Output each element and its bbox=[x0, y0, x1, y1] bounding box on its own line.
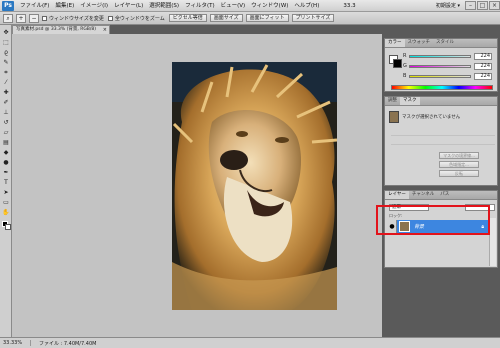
menu-help[interactable]: ヘルプ(H) bbox=[291, 0, 322, 12]
menu-bar: Ps ファイル(F) 編集(E) イメージ(I) レイヤー(L) 選択範囲(S)… bbox=[0, 0, 500, 12]
checkbox-box[interactable] bbox=[42, 15, 47, 21]
close-icon[interactable]: × bbox=[489, 1, 500, 10]
layers-scrollbar[interactable] bbox=[489, 218, 496, 266]
blue-slider-row: B 224 bbox=[403, 72, 495, 80]
status-bar: 33.33% ファイル : 7.40M/7.40M bbox=[0, 337, 500, 348]
file-info: ファイル : 7.40M/7.40M bbox=[39, 340, 97, 347]
clone-stamp-tool-icon[interactable]: ⊥ bbox=[2, 109, 10, 117]
tab-swatches[interactable]: スウォッチ bbox=[405, 39, 434, 47]
masks-panel-tabs: 調整 マスク bbox=[385, 97, 497, 106]
green-slider[interactable] bbox=[409, 64, 471, 68]
document-title: 写真素材.psd @ 33.3% (背景, RGB/8) bbox=[16, 27, 97, 32]
eyedropper-tool-icon[interactable]: ⁄ bbox=[2, 79, 10, 87]
crop-tool-icon[interactable]: ⌗ bbox=[2, 69, 10, 77]
pen-tool-icon[interactable]: ✒ bbox=[2, 169, 10, 177]
shape-tool-icon[interactable]: ▭ bbox=[2, 199, 10, 207]
lasso-tool-icon[interactable]: ϱ bbox=[2, 49, 10, 57]
lion-photo[interactable] bbox=[172, 62, 337, 310]
color-panel-tabs: カラー スウォッチ スタイル bbox=[385, 39, 497, 48]
tab-masks[interactable]: マスク bbox=[400, 97, 420, 105]
zoom-all-windows-checkbox[interactable]: 全ウィンドウをズーム bbox=[107, 15, 165, 22]
options-bar: ⌕ + − ウィンドウサイズを変更 全ウィンドウをズーム ピクセル等倍 画面サイ… bbox=[0, 12, 500, 25]
background-swatch[interactable] bbox=[393, 59, 402, 68]
menu-file[interactable]: ファイル(F) bbox=[17, 0, 52, 12]
red-value-input[interactable]: 224 bbox=[474, 52, 492, 60]
menu-image[interactable]: イメージ(I) bbox=[77, 0, 111, 12]
mask-status-label: マスクが選択されていません bbox=[402, 115, 461, 120]
tab-adjustments[interactable]: 調整 bbox=[385, 97, 400, 105]
checkbox-box[interactable] bbox=[107, 15, 113, 21]
marquee-tool-icon[interactable]: ⬚ bbox=[2, 39, 10, 47]
menu-filter[interactable]: フィルタ(T) bbox=[182, 0, 218, 12]
green-value-input[interactable]: 224 bbox=[474, 62, 492, 70]
actual-pixels-button[interactable]: ピクセル等倍 bbox=[168, 14, 207, 22]
canvas-area[interactable] bbox=[12, 34, 382, 337]
green-slider-row: G 224 bbox=[403, 62, 495, 70]
move-tool-icon[interactable]: ✥ bbox=[2, 29, 10, 37]
blue-value-input[interactable]: 224 bbox=[474, 72, 492, 80]
window-controls: 初期設定 ▾ – □ × bbox=[432, 0, 500, 12]
menu-layer[interactable]: レイヤー(L) bbox=[111, 0, 146, 12]
masks-panel: 調整 マスク マスクが選択されていません マスクの境界線... 色域指定... … bbox=[384, 96, 498, 186]
zoom-icon[interactable]: ⌕ bbox=[3, 13, 13, 23]
panels-dock: カラー スウォッチ スタイル R 224 G 224 B 224 調整 マスク … bbox=[382, 34, 500, 337]
history-brush-tool-icon[interactable]: ↺ bbox=[2, 119, 10, 127]
toolbox: ✥ ⬚ ϱ ✎ ⌗ ⁄ ✚ ✐ ⊥ ↺ ▱ ▤ ◆ ● ✒ T ➤ ▭ ✋ bbox=[0, 25, 12, 337]
mask-density-row bbox=[391, 129, 495, 136]
blur-tool-icon[interactable]: ◆ bbox=[2, 149, 10, 157]
brush-tool-icon[interactable]: ✐ bbox=[2, 99, 10, 107]
zoom-in-icon[interactable]: + bbox=[16, 13, 26, 23]
healing-brush-tool-icon[interactable]: ✚ bbox=[2, 89, 10, 97]
checkbox-label: ウィンドウサイズを変更 bbox=[49, 15, 104, 22]
tab-channels[interactable]: チャンネル bbox=[409, 191, 437, 199]
zoom-out-icon[interactable]: − bbox=[29, 13, 39, 23]
hand-tool-icon[interactable]: ✋ bbox=[2, 209, 10, 217]
mask-thumbnail bbox=[389, 111, 399, 123]
tab-color[interactable]: カラー bbox=[385, 39, 405, 47]
close-tab-icon[interactable]: × bbox=[103, 26, 107, 34]
resize-windows-checkbox[interactable]: ウィンドウサイズを変更 bbox=[42, 15, 104, 22]
print-size-button[interactable]: プリントサイズ bbox=[291, 14, 335, 22]
background-color-swatch[interactable] bbox=[5, 224, 11, 230]
photoshop-logo: Ps bbox=[2, 0, 14, 11]
red-slider-row: R 224 bbox=[403, 52, 495, 60]
minimize-icon[interactable]: – bbox=[465, 1, 476, 10]
eraser-tool-icon[interactable]: ▱ bbox=[2, 129, 10, 137]
checkbox-label: 全ウィンドウをズーム bbox=[114, 15, 165, 22]
tab-styles[interactable]: スタイル bbox=[433, 39, 457, 47]
color-range-button[interactable]: 色域指定... bbox=[439, 161, 479, 168]
invert-button[interactable]: 反転 bbox=[439, 170, 479, 177]
menu-window[interactable]: ウィンドウ(W) bbox=[248, 0, 291, 12]
workspace-dropdown[interactable]: 初期設定 ▾ bbox=[432, 2, 464, 9]
tab-paths[interactable]: パス bbox=[437, 191, 452, 199]
path-select-tool-icon[interactable]: ➤ bbox=[2, 189, 10, 197]
layers-panel-tabs: レイヤー チャンネル パス bbox=[385, 191, 497, 200]
mask-edge-button[interactable]: マスクの境界線... bbox=[439, 152, 479, 159]
blue-slider[interactable] bbox=[409, 74, 471, 78]
menu-edit[interactable]: 編集(E) bbox=[52, 0, 77, 12]
mask-feather-row bbox=[391, 138, 495, 145]
annotation-highlight-box bbox=[376, 205, 490, 235]
document-tab[interactable]: 写真素材.psd @ 33.3% (背景, RGB/8) × bbox=[12, 25, 110, 34]
red-slider[interactable] bbox=[409, 54, 471, 58]
gradient-tool-icon[interactable]: ▤ bbox=[2, 139, 10, 147]
menu-view[interactable]: ビュー(V) bbox=[218, 0, 249, 12]
maximize-icon[interactable]: □ bbox=[477, 1, 488, 10]
view-zoom-dropdown[interactable]: 33.3 bbox=[340, 0, 358, 12]
type-tool-icon[interactable]: T bbox=[2, 179, 10, 187]
lion-image bbox=[172, 62, 337, 310]
fit-screen-button[interactable]: 画面サイズ bbox=[209, 14, 243, 22]
zoom-level[interactable]: 33.33% bbox=[3, 340, 31, 346]
dodge-tool-icon[interactable]: ● bbox=[2, 159, 10, 167]
menu-select[interactable]: 選択範囲(S) bbox=[146, 0, 182, 12]
color-panel: カラー スウォッチ スタイル R 224 G 224 B 224 bbox=[384, 38, 498, 92]
quick-select-tool-icon[interactable]: ✎ bbox=[2, 59, 10, 67]
color-spectrum-bar[interactable] bbox=[391, 85, 493, 90]
fill-screen-button[interactable]: 画面にフィット bbox=[245, 14, 289, 22]
tab-layers[interactable]: レイヤー bbox=[385, 191, 409, 199]
